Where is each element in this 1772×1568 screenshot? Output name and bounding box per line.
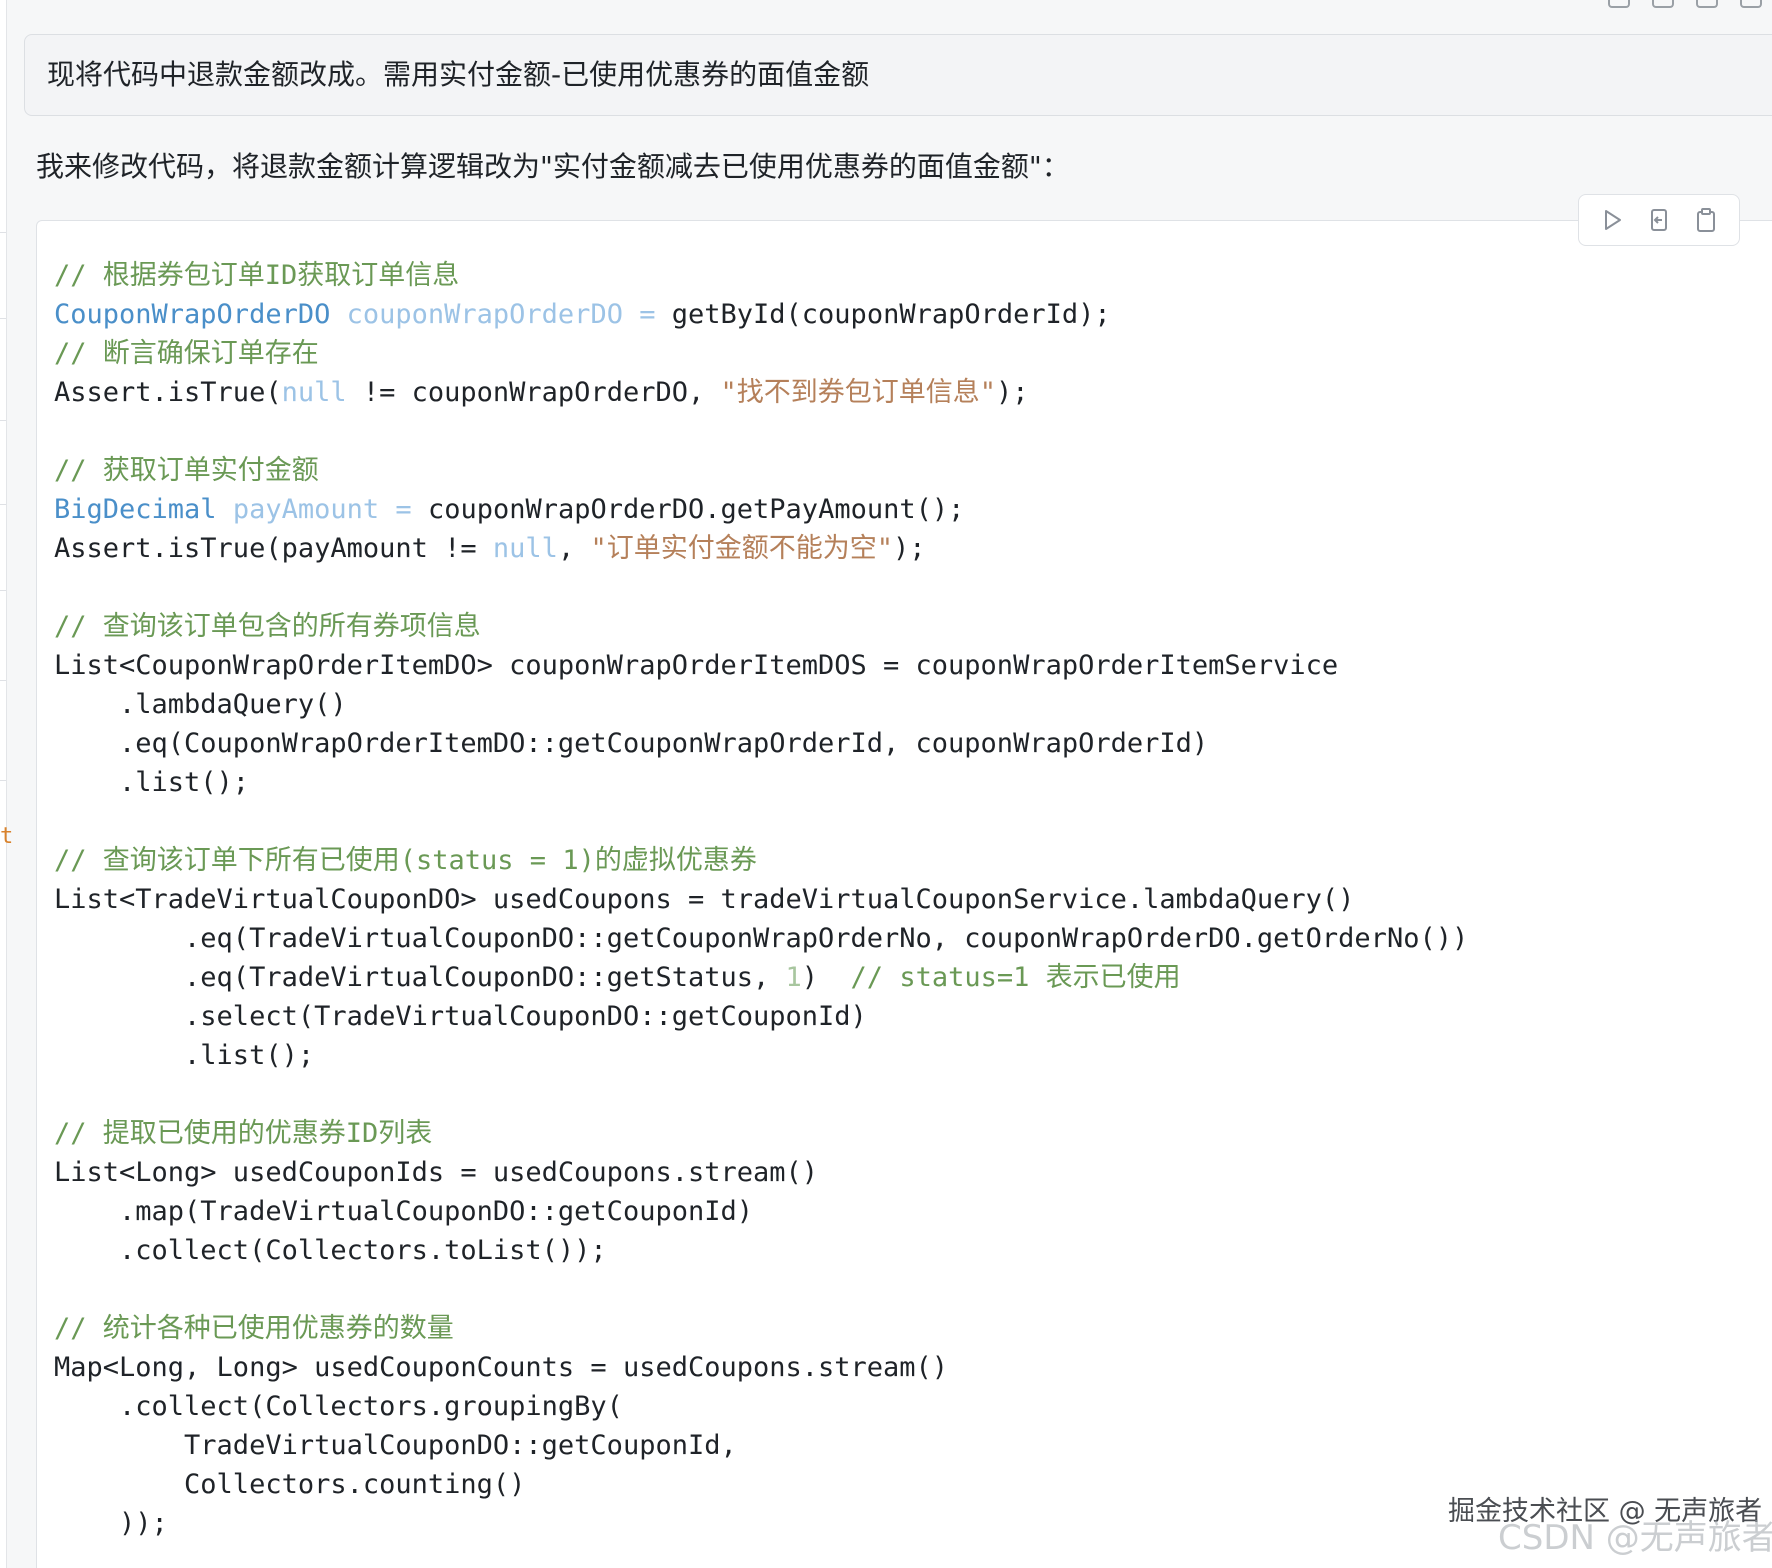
gutter-divider bbox=[0, 504, 6, 505]
code-comment: // status=1 表示已使用 bbox=[850, 962, 1181, 993]
code-comment: // 获取订单实付金额 bbox=[54, 455, 319, 486]
code-line: .select(TradeVirtualCouponDO::getCouponI… bbox=[54, 1001, 867, 1032]
code-type: CouponWrapOrderDO bbox=[54, 299, 331, 330]
code-line: )); bbox=[54, 1508, 168, 1539]
code-line: TradeVirtualCouponDO::getCouponId, bbox=[54, 1430, 737, 1461]
code-line: BigDecimal payAmount = couponWrapOrderDO… bbox=[54, 490, 1468, 529]
gutter-divider bbox=[0, 232, 6, 233]
run-icon[interactable] bbox=[1599, 207, 1625, 233]
code-line: List<CouponWrapOrderItemDO> couponWrapOr… bbox=[54, 650, 1339, 681]
code-keyword: null bbox=[281, 377, 347, 408]
code-line: .lambdaQuery() bbox=[54, 689, 347, 720]
gutter-divider bbox=[0, 590, 6, 591]
code-blank bbox=[54, 1075, 1468, 1114]
gutter-divider bbox=[0, 780, 6, 781]
code-type: BigDecimal bbox=[54, 494, 217, 525]
code-comment: // 查询该订单包含的所有券项信息 bbox=[54, 611, 481, 642]
gutter-marker: t bbox=[0, 824, 14, 849]
code-line: .eq(CouponWrapOrderItemDO::getCouponWrap… bbox=[54, 728, 1209, 759]
gutter-divider bbox=[0, 420, 6, 421]
code-comment: // 统计各种已使用优惠券的数量 bbox=[54, 1313, 454, 1344]
chat-page: t 现将代码中退款金额改成。需用实付金额-已使用优惠券的面值金额 我来修改代码，… bbox=[0, 0, 1772, 1568]
code-toolbar bbox=[1578, 194, 1740, 246]
code-text: != couponWrapOrderDO, bbox=[346, 377, 721, 408]
code-text: ); bbox=[892, 533, 926, 564]
code-comment: // 提取已使用的优惠券ID列表 bbox=[54, 1118, 433, 1149]
message-actions bbox=[1608, 0, 1762, 8]
code-variable: couponWrapOrderDO bbox=[346, 299, 623, 330]
code-line: List<Long> usedCouponIds = usedCoupons.s… bbox=[54, 1157, 819, 1188]
insert-icon[interactable] bbox=[1646, 207, 1672, 233]
code-text: ) bbox=[801, 962, 851, 993]
code-operator: = bbox=[395, 494, 412, 525]
code-text: .eq(TradeVirtualCouponDO::getStatus, bbox=[54, 962, 786, 993]
code-text: , bbox=[557, 533, 591, 564]
code-line: .collect(Collectors.toList()); bbox=[54, 1235, 607, 1266]
code-line: .map(TradeVirtualCouponDO::getCouponId) bbox=[54, 1196, 753, 1227]
code-string: "找不到券包订单信息" bbox=[720, 377, 996, 408]
code-comment: // 根据券包订单ID获取订单信息 bbox=[54, 260, 460, 291]
code-line: .eq(TradeVirtualCouponDO::getCouponWrapO… bbox=[54, 923, 1469, 954]
code-blank bbox=[54, 1270, 1468, 1309]
user-message: 现将代码中退款金额改成。需用实付金额-已使用优惠券的面值金额 bbox=[24, 34, 1772, 116]
code-comment: // 查询该订单下所有已使用(status = 1)的虚拟优惠券 bbox=[54, 845, 757, 876]
gutter-divider bbox=[0, 318, 6, 319]
code-text: Assert.isTrue( bbox=[54, 377, 282, 408]
code-line: .list(); bbox=[54, 1040, 315, 1071]
code-string: "订单实付金额不能为空" bbox=[590, 533, 893, 564]
code-line: Collectors.counting() bbox=[54, 1469, 526, 1500]
code-line: Map<Long, Long> usedCouponCounts = usedC… bbox=[54, 1352, 949, 1383]
action-icon[interactable] bbox=[1740, 0, 1762, 8]
user-message-text: 现将代码中退款金额改成。需用实付金额-已使用优惠券的面值金额 bbox=[47, 58, 870, 91]
assistant-reply-text: 我来修改代码，将退款金额计算逻辑改为"实付金额减去已使用优惠券的面值金额"： bbox=[36, 150, 1070, 183]
code-line: .collect(Collectors.groupingBy( bbox=[54, 1391, 623, 1422]
code-text: Assert.isTrue(payAmount != bbox=[54, 533, 493, 564]
left-gutter: t bbox=[0, 0, 13, 1568]
gutter-divider bbox=[0, 680, 6, 681]
code-content: // 根据券包订单ID获取订单信息 CouponWrapOrderDO coupo… bbox=[54, 256, 1468, 1543]
code-line: Assert.isTrue(null != couponWrapOrderDO,… bbox=[54, 373, 1468, 412]
code-line: CouponWrapOrderDO couponWrapOrderDO = ge… bbox=[54, 295, 1468, 334]
watermark-csdn: CSDN @无声旅者 bbox=[1498, 1518, 1772, 1558]
code-text: ); bbox=[996, 377, 1029, 408]
action-icon[interactable] bbox=[1608, 0, 1630, 8]
action-icon[interactable] bbox=[1652, 0, 1674, 8]
code-comment: // 断言确保订单存在 bbox=[54, 338, 319, 369]
code-variable: payAmount bbox=[232, 494, 380, 525]
code-text: couponWrapOrderDO.getPayAmount(); bbox=[427, 494, 965, 525]
code-blank bbox=[54, 802, 1468, 841]
code-line: List<TradeVirtualCouponDO> usedCoupons =… bbox=[54, 884, 1355, 915]
action-icon[interactable] bbox=[1696, 0, 1718, 8]
code-number: 1 bbox=[785, 962, 802, 993]
code-keyword: null bbox=[492, 533, 558, 564]
code-blank bbox=[54, 568, 1468, 607]
copy-icon[interactable] bbox=[1693, 207, 1719, 233]
code-line: .list(); bbox=[54, 767, 250, 798]
code-blank bbox=[54, 412, 1468, 451]
code-text: getById(couponWrapOrderId); bbox=[671, 299, 1111, 330]
code-operator: = bbox=[639, 299, 656, 330]
code-line: .eq(TradeVirtualCouponDO::getStatus, 1) … bbox=[54, 958, 1468, 997]
code-line: Assert.isTrue(payAmount != null, "订单实付金额… bbox=[54, 529, 1468, 568]
